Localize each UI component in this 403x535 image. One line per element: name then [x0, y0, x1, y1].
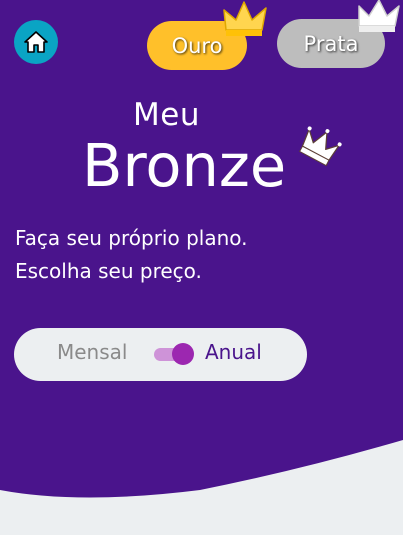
plan-title-large: Bronze: [82, 131, 287, 200]
tier-prata-label: Prata: [303, 31, 359, 56]
billing-period-selector: Mensal Anual: [14, 328, 307, 381]
tagline-line-2: Escolha seu preço.: [15, 259, 202, 283]
plan-title-small: Meu: [133, 97, 200, 133]
home-icon: [24, 31, 48, 53]
billing-option-mensal[interactable]: Mensal: [57, 340, 127, 364]
tier-ouro-label: Ouro: [171, 33, 223, 58]
billing-option-anual[interactable]: Anual: [205, 340, 262, 364]
plan-tagline: Faça seu próprio plano. Escolha seu preç…: [15, 222, 248, 288]
home-button[interactable]: [14, 20, 58, 64]
plan-screen: Ouro Prata Meu Bronze Faça seu próprio p…: [0, 0, 403, 535]
crown-icon: [223, 1, 267, 36]
tagline-line-1: Faça seu próprio plano.: [15, 226, 248, 250]
crown-icon: [298, 126, 342, 167]
billing-toggle-thumb[interactable]: [172, 343, 194, 365]
crown-icon: [358, 0, 400, 32]
